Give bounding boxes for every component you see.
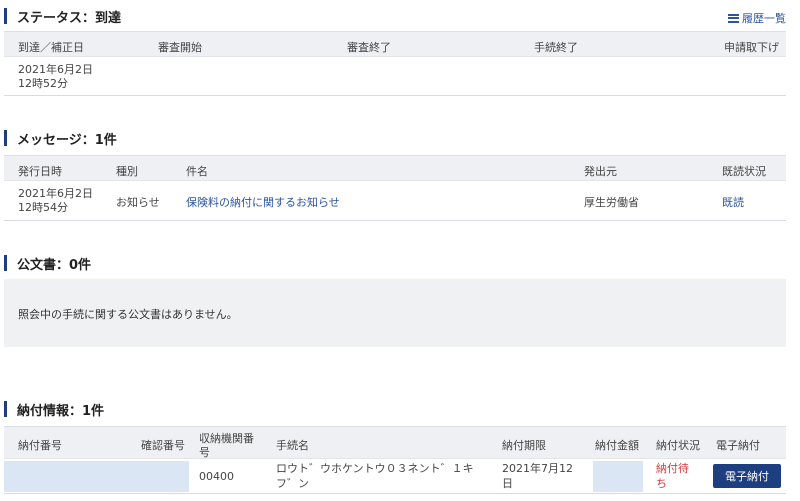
- col-withdrawal: 申請取下げ: [724, 41, 779, 54]
- message-subject-link[interactable]: 保険料の納付に関するお知らせ: [186, 194, 340, 210]
- arrival-date: 2021年6月2日: [18, 63, 93, 76]
- official-docs-empty-box: 照会中の手続に関する公文書はありません。: [4, 279, 786, 347]
- payment-section-title: 納付情報：1件: [4, 400, 105, 419]
- col-procedure-end: 手続終了: [534, 41, 578, 54]
- col-deadline: 納付期限: [502, 439, 546, 452]
- payment-number-redacted: [4, 461, 189, 492]
- col-confirm-number: 確認番号: [141, 439, 185, 452]
- col-read-status: 既読状況: [722, 165, 766, 178]
- col-amount: 納付金額: [595, 439, 639, 452]
- payment-status-line2: ち: [656, 477, 667, 490]
- col-payment-number: 納付番号: [18, 439, 62, 452]
- title-accent-bar: [4, 130, 7, 146]
- read-status-link[interactable]: 既読: [722, 194, 744, 210]
- official-docs-title: 公文書：0件: [17, 257, 92, 273]
- deadline-line1: 2021年7月12: [502, 462, 573, 475]
- procedure-name-line1: ロウト゛ウホケントウ０３ネント゛１キ: [276, 462, 474, 475]
- messages-table-header: 発行日時 種別 件名 発出元 既読状況: [4, 155, 786, 181]
- message-row: 2021年6月2日 12時54分 お知らせ 保険料の納付に関するお知らせ 厚生労…: [4, 181, 786, 221]
- message-sender: 厚生労働省: [584, 196, 639, 209]
- payment-amount-redacted: [593, 461, 643, 492]
- col-payment-status: 納付状況: [656, 439, 700, 452]
- status-title: ステータス：到達: [17, 10, 122, 26]
- title-accent-bar: [4, 255, 7, 271]
- history-list-link[interactable]: 履歴一覧: [728, 10, 786, 26]
- payment-title: 納付情報：1件: [17, 403, 105, 419]
- col-review-end: 審査終了: [347, 41, 391, 54]
- list-icon: [728, 13, 739, 23]
- official-docs-empty-message: 照会中の手続に関する公文書はありません。: [18, 308, 238, 321]
- status-section-title: ステータス：到達: [4, 7, 122, 26]
- col-subject: 件名: [186, 165, 208, 178]
- e-payment-button[interactable]: 電子納付: [713, 464, 781, 488]
- messages-section-title: メッセージ：1件: [4, 129, 117, 148]
- title-accent-bar: [4, 8, 7, 24]
- col-arrival-date: 到達／補正日: [18, 41, 84, 54]
- col-procedure-name: 手続名: [276, 439, 309, 452]
- col-type: 種別: [116, 165, 138, 178]
- institution-number: 00400: [199, 470, 234, 483]
- arrival-time: 12時52分: [18, 77, 68, 90]
- col-institution-number-wrap: 号: [199, 446, 210, 459]
- status-table-header: 到達／補正日 審査開始 審査終了 手続終了 申請取下げ: [4, 31, 786, 57]
- message-time: 12時54分: [18, 201, 68, 214]
- col-sender: 発出元: [584, 165, 617, 178]
- payment-status-line1: 納付待: [656, 462, 689, 475]
- message-date: 2021年6月2日: [18, 187, 93, 200]
- message-type: お知らせ: [116, 196, 160, 209]
- col-issue-date: 発行日時: [18, 165, 62, 178]
- official-docs-section-title: 公文書：0件: [4, 254, 92, 273]
- title-accent-bar: [4, 401, 7, 417]
- payment-table-header: 納付番号 確認番号 収納機関番 号 手続名 納付期限 納付金額 納付状況 電子納…: [4, 426, 786, 459]
- messages-title: メッセージ：1件: [17, 132, 117, 148]
- deadline-line2: 日: [502, 477, 513, 490]
- col-review-start: 審査開始: [158, 41, 202, 54]
- procedure-name-line2: フ゛ン: [276, 477, 309, 490]
- history-list-label: 履歴一覧: [742, 12, 786, 25]
- col-e-payment: 電子納付: [716, 439, 760, 452]
- status-table-row: 2021年6月2日 12時52分: [4, 57, 786, 96]
